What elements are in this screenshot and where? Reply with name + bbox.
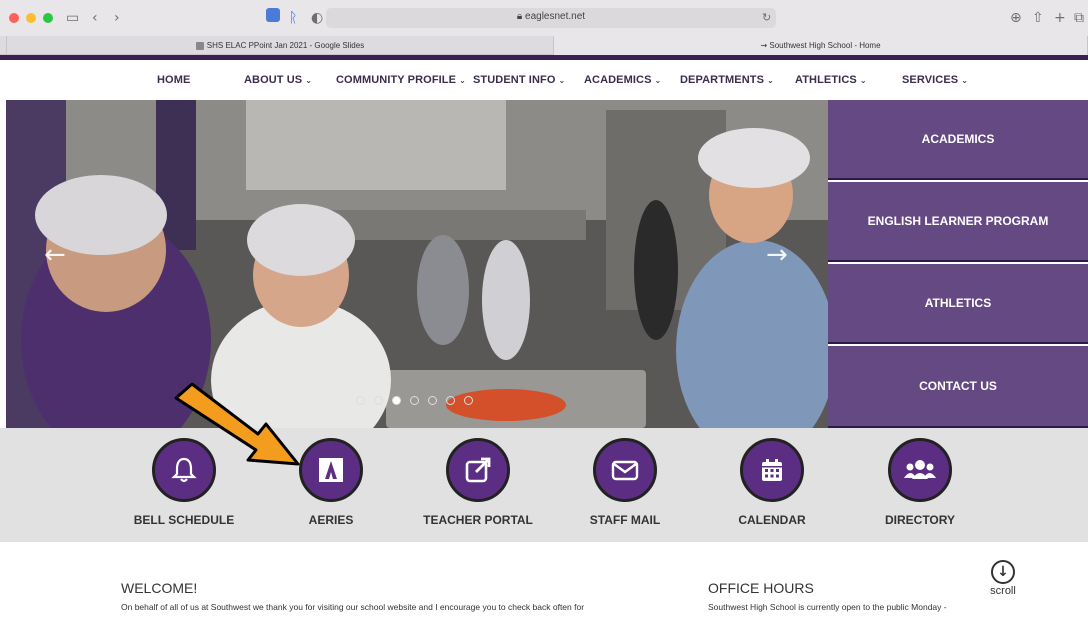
side-link-label: ACADEMICS [921,132,995,146]
nav-departments[interactable]: DEPARTMENTS ⌄ [680,74,774,86]
nav-student-info[interactable]: STUDENT INFO ⌄ [473,74,565,86]
download-icon[interactable]: ⊕ [1010,9,1022,27]
slideshow-dots [356,396,473,405]
share-icon[interactable]: ⇧ [1032,9,1044,27]
main-nav: HOME ABOUT US ⌄ COMMUNITY PROFILE ⌄ STUDEN… [0,60,1088,100]
side-link-label: ATHLETICS [924,296,992,310]
slide-dot[interactable] [464,396,473,405]
quick-link-label: BELL SCHEDULE [133,513,235,527]
slide-dot[interactable] [356,396,365,405]
quick-link-directory[interactable]: DIRECTORY [840,428,1000,542]
nav-athletics[interactable]: ATHLETICS ⌄ [795,74,867,86]
nav-label: SERVICES [902,74,959,86]
slideshow-next-icon[interactable]: → [766,240,788,270]
hero-slideshow[interactable]: ← → [6,100,828,428]
extension-icon[interactable] [266,8,280,22]
side-link-academics[interactable]: ACADEMICS [828,100,1088,180]
tab-overview-icon[interactable]: ⧉ [1074,9,1084,27]
external-link-icon [446,438,510,502]
nav-label: ACADEMICS [584,74,652,86]
slides-favicon-icon [195,41,204,50]
welcome-heading: WELCOME! [121,580,198,596]
chevron-down-icon: ⌄ [859,76,867,85]
hero-photo [6,100,828,428]
annotation-arrow-icon [174,382,300,466]
slide-dot[interactable] [410,396,419,405]
tab-label: SHS ELAC PPoint Jan 2021 - Google Slides [206,41,365,50]
nav-label: HOME [157,74,191,86]
scroll-label: scroll [990,585,1016,597]
privacy-shield-icon[interactable]: ◐ [311,9,323,27]
nav-label: STUDENT INFO [473,74,556,86]
lock-icon: 🔒︎ [516,11,523,22]
quick-link-teacher-portal[interactable]: TEACHER PORTAL [398,428,558,542]
quick-links: BELL SCHEDULE AERIES TEACHER PORTAL STAF… [0,428,1088,542]
office-hours-heading: OFFICE HOURS [708,580,814,596]
users-icon [888,438,952,502]
chevron-down-icon: ⌄ [767,76,774,85]
back-icon[interactable]: ‹ [92,9,98,27]
slide-dot[interactable] [428,396,437,405]
slide-dot-active[interactable] [392,396,401,405]
chevron-down-icon: ⌄ [961,76,969,85]
tab-bar: SHS ELAC PPoint Jan 2021 - Google Slides… [0,36,1088,55]
nav-services[interactable]: SERVICES ⌄ [902,74,968,86]
nav-label: ATHLETICS [795,74,857,86]
browser-titlebar: ▭ ‹ › ᚱ ◐ ▤ 🔒︎ eaglesnet.net ↻ ⊕ ⇧ + ⧉ [0,0,1088,36]
quick-link-calendar[interactable]: CALENDAR [692,428,852,542]
nav-label: DEPARTMENTS [680,74,765,86]
side-link-contact-us[interactable]: CONTACT US [828,346,1088,428]
office-hours-text: Southwest High School is currently open … [708,602,947,612]
address-text: eaglesnet.net [525,11,586,22]
nav-academics[interactable]: ACADEMICS ⌄ [584,74,661,86]
nav-about-us[interactable]: ABOUT US ⌄ [244,74,312,86]
tab-label: Southwest High School - Home [769,41,881,50]
quick-link-label: CALENDAR [738,513,806,527]
side-link-label: CONTACT US [919,379,997,393]
side-link-label: ENGLISH LEARNER PROGRAM [867,214,1049,228]
welcome-text: On behalf of all of us at Southwest we t… [121,602,585,612]
window-controls [9,13,53,23]
quick-link-label: TEACHER PORTAL [423,513,533,527]
extension-tree-icon[interactable]: ᚱ [289,9,297,27]
nav-home[interactable]: HOME [157,74,190,86]
scroll-button[interactable]: ↓ scroll [983,560,1023,597]
arrow-down-icon: ↓ [991,560,1015,584]
minimize-window-button[interactable] [26,13,36,23]
zoom-window-button[interactable] [43,13,53,23]
quick-link-label: AERIES [308,513,354,527]
side-link-english-learner[interactable]: ENGLISH LEARNER PROGRAM [828,182,1088,262]
close-window-button[interactable] [9,13,19,23]
quick-link-label: DIRECTORY [884,513,955,527]
nav-label: COMMUNITY PROFILE [336,74,457,86]
slide-dot[interactable] [446,396,455,405]
chevron-down-icon: ⌄ [558,76,566,85]
envelope-icon [593,438,657,502]
calendar-icon [740,438,804,502]
side-link-athletics[interactable]: ATHLETICS [828,264,1088,344]
address-bar[interactable]: 🔒︎ eaglesnet.net [326,8,776,28]
chevron-down-icon: ⌄ [459,76,466,85]
tab-google-slides[interactable]: SHS ELAC PPoint Jan 2021 - Google Slides [6,36,554,55]
quick-link-label: STAFF MAIL [589,513,661,527]
new-tab-icon[interactable]: + [1054,9,1066,27]
forward-icon[interactable]: › [114,9,120,27]
nav-community-profile[interactable]: COMMUNITY PROFILE ⌄ [336,74,466,86]
quick-link-staff-mail[interactable]: STAFF MAIL [545,428,705,542]
reload-icon[interactable]: ↻ [762,9,771,27]
chevron-down-icon: ⌄ [305,76,313,85]
nav-label: ABOUT US [244,74,303,86]
tab-southwest-home[interactable]: ⇝ Southwest High School - Home [554,36,1088,55]
chevron-down-icon: ⌄ [654,76,662,85]
slide-dot[interactable] [374,396,383,405]
sidebar-icon[interactable]: ▭ [66,9,79,27]
hero-side-links: ACADEMICS ENGLISH LEARNER PROGRAM ATHLET… [828,100,1088,428]
slideshow-prev-icon[interactable]: ← [44,240,66,270]
